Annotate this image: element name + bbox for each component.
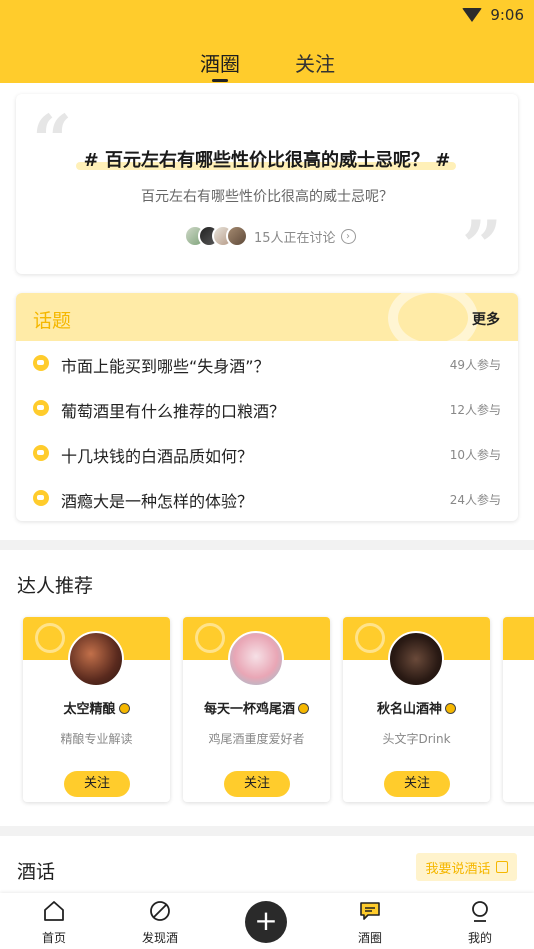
topic-count: 12人参与 <box>449 403 501 417</box>
expert-name: 秋名山酒神 <box>343 698 490 717</box>
section-divider <box>0 826 534 836</box>
nav-jiuquan[interactable]: 酒圈 <box>330 893 410 949</box>
bottom-nav: 首页 发现酒 + 酒圈 我的 <box>0 893 534 949</box>
topic-item[interactable]: 葡萄酒里有什么推荐的口粮酒？ 12人参与 <box>16 387 518 431</box>
nav-discover[interactable]: 发现酒 <box>120 893 200 949</box>
profile-icon <box>472 901 488 922</box>
topic-item[interactable]: 十几块钱的白酒品质如何？ 10人参与 <box>16 432 518 476</box>
wifi-icon <box>462 8 483 22</box>
post-wine-talk-label: 我要说酒话 <box>425 861 491 877</box>
avatar <box>226 225 248 247</box>
expert-card-peek[interactable] <box>503 617 534 802</box>
expert-card[interactable]: 秋名山酒神 头文字Drink 关注 <box>343 617 490 802</box>
topics-card: 话题 更多 市面上能买到哪些“失身酒”？ 49人参与 葡萄酒里有什么推荐的口粮酒… <box>16 293 518 521</box>
topic-text: 十几块钱的白酒品质如何？ <box>61 447 254 466</box>
topic-count: 10人参与 <box>449 448 501 462</box>
post-wine-talk-button[interactable]: 我要说酒话 <box>416 853 517 881</box>
active-tab-indicator <box>212 79 228 82</box>
featured-topic-title: # 百元左右有哪些性价比很高的威士忌呢？ # <box>83 150 451 171</box>
topic-count: 49人参与 <box>449 358 501 372</box>
avatar <box>388 631 444 687</box>
expert-desc: 精酿专业解读 <box>60 732 133 746</box>
edit-icon <box>495 861 508 873</box>
nav-label: 我的 <box>467 931 492 945</box>
topic-chat-icon <box>33 490 49 506</box>
tab-follow[interactable]: 关注 <box>295 48 335 77</box>
topic-item[interactable]: 市面上能买到哪些“失身酒”？ 49人参与 <box>16 342 518 386</box>
avatar <box>228 631 284 687</box>
expert-name: 太空精酿 <box>23 698 170 717</box>
topic-count: 24人参与 <box>449 493 501 507</box>
decoration-icon <box>355 623 385 653</box>
experts-title: 达人推荐 <box>17 575 94 597</box>
header-tabs: 酒圈 关注 <box>0 44 534 82</box>
follow-button[interactable]: 关注 <box>384 771 450 797</box>
featured-topic-card[interactable]: “ ” # 百元左右有哪些性价比很高的威士忌呢？ # 百元左右有哪些性价比很高的… <box>16 94 518 282</box>
topic-text: 市面上能买到哪些“失身酒”？ <box>61 357 270 376</box>
topics-more-link[interactable]: 更多 <box>472 309 500 329</box>
expert-desc: 鸡尾酒重度爱好者 <box>208 732 305 746</box>
expert-desc: 头文字Drink <box>382 732 451 746</box>
home-icon <box>44 901 64 921</box>
chat-icon <box>360 902 380 920</box>
expert-card-banner <box>503 617 534 660</box>
topics-title: 话题 <box>33 310 72 332</box>
discussion-count: 15人正在讨论 <box>254 230 336 246</box>
avatar <box>68 631 124 687</box>
header-bar: 9:06 酒圈 关注 <box>0 0 534 83</box>
featured-topic-subtitle: 百元左右有哪些性价比很高的威士忌呢？ <box>141 189 393 205</box>
expert-card[interactable]: 太空精酿 精酿专业解读 关注 <box>23 617 170 802</box>
status-bar: 9:06 <box>462 5 524 25</box>
arrow-right-icon: › <box>340 228 356 244</box>
expert-name: 每天一杯鸡尾酒 <box>183 698 330 717</box>
nav-home[interactable]: 首页 <box>14 893 94 949</box>
topic-text: 酒瘾大是一种怎样的体验？ <box>61 492 254 511</box>
plus-icon[interactable]: + <box>245 901 287 943</box>
tab-jiuquan[interactable]: 酒圈 <box>200 48 240 77</box>
follow-button[interactable]: 关注 <box>224 771 290 797</box>
topic-chat-icon <box>33 445 49 461</box>
nav-label: 首页 <box>41 931 66 945</box>
nav-label: 发现酒 <box>141 931 178 945</box>
decoration-icon <box>35 623 65 653</box>
decoration-icon <box>195 623 225 653</box>
topic-chat-icon <box>33 355 49 371</box>
verified-badge-icon <box>445 703 456 714</box>
topic-chat-icon <box>33 400 49 416</box>
status-time: 9:06 <box>490 6 524 24</box>
section-divider <box>0 540 534 550</box>
discover-icon <box>150 901 170 921</box>
nav-label: 酒圈 <box>357 931 382 945</box>
verified-badge-icon <box>118 703 130 714</box>
topics-header: 话题 更多 <box>16 293 518 353</box>
wine-talk-title: 酒话 <box>17 861 56 883</box>
nav-profile[interactable]: 我的 <box>440 893 520 949</box>
follow-button[interactable]: 关注 <box>64 771 130 797</box>
discussion-meta[interactable]: 15人正在讨论 › <box>184 224 356 248</box>
verified-badge-icon <box>298 703 309 714</box>
expert-card[interactable]: 每天一杯鸡尾酒 鸡尾酒重度爱好者 关注 <box>183 617 330 802</box>
close-quote-icon: ” <box>461 205 502 288</box>
topic-text: 葡萄酒里有什么推荐的口粮酒？ <box>61 402 286 421</box>
topic-item[interactable]: 酒瘾大是一种怎样的体验？ 24人参与 <box>16 477 518 521</box>
